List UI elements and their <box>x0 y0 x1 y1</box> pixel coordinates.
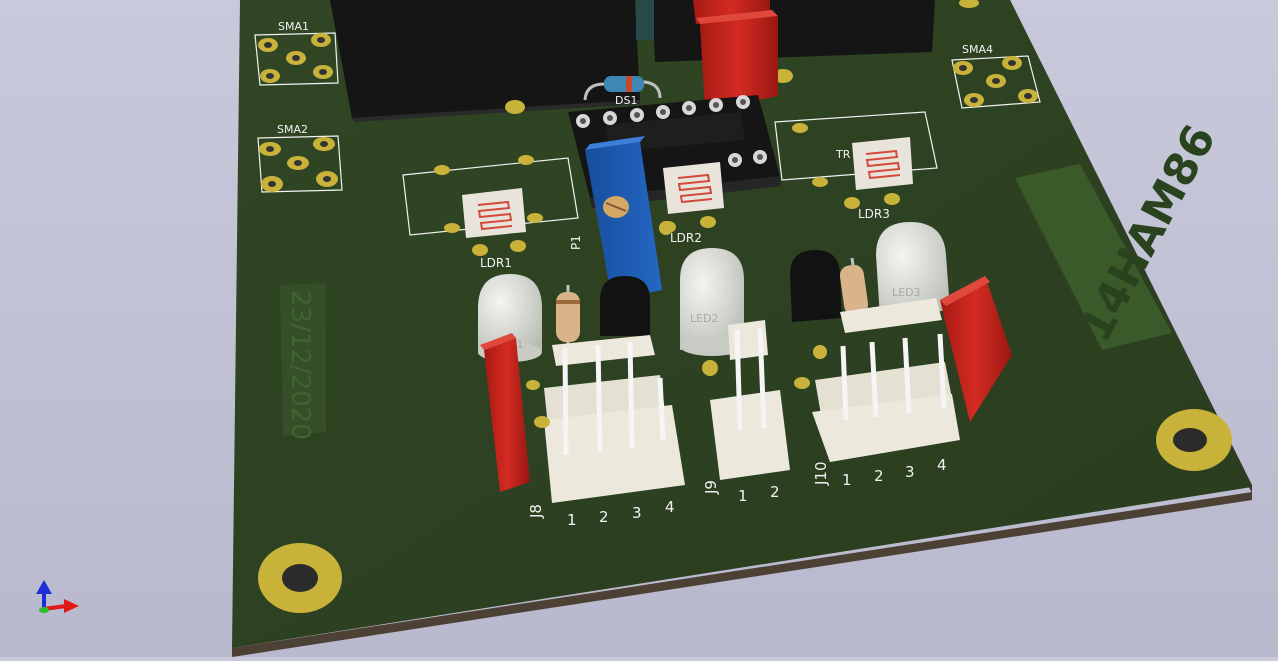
j10-pin-4: 4 <box>937 456 947 474</box>
j8-label: J8 <box>527 504 545 519</box>
mounting-hole-left <box>258 543 342 613</box>
j8-pin-3: 3 <box>632 504 642 522</box>
j10-label: J10 <box>812 461 830 486</box>
pad <box>527 213 543 223</box>
j9-pin-2: 2 <box>770 483 780 501</box>
j8-pin-4: 4 <box>665 498 675 516</box>
j10-pin-3: 3 <box>905 463 915 481</box>
j10-pin-2: 2 <box>874 467 884 485</box>
svg-text:23/12/2020: 23/12/2020 <box>285 290 315 440</box>
pad <box>434 165 450 175</box>
ldr2-label: LDR2 <box>670 231 702 245</box>
j9-label: J9 <box>702 480 720 495</box>
capacitor-top-red[interactable] <box>693 0 778 110</box>
relay-left[interactable] <box>330 0 641 122</box>
pad <box>792 123 808 133</box>
transistor-left[interactable] <box>600 276 650 336</box>
led3-label: LED3 <box>892 286 921 299</box>
pad <box>534 416 550 428</box>
mounting-hole-right <box>1156 409 1232 471</box>
ldr1-label: LDR1 <box>480 256 512 270</box>
led2-label: LED2 <box>690 312 719 325</box>
z-axis-arrow-icon <box>36 580 52 594</box>
pad <box>526 380 540 390</box>
p1-label: P1 <box>569 235 583 250</box>
j8-pin-2: 2 <box>599 508 609 526</box>
pad <box>518 155 534 165</box>
ldr3-label: LDR3 <box>858 207 890 221</box>
j9-pin-1: 1 <box>738 487 748 505</box>
ds1-label: DS1 <box>615 94 637 107</box>
sma4-label: SMA4 <box>962 43 993 56</box>
pad <box>444 223 460 233</box>
sma2-label: SMA2 <box>277 123 308 136</box>
date-silkscreen: 23/12/2020 <box>280 283 326 440</box>
pad <box>812 177 828 187</box>
pad <box>794 377 810 389</box>
pcb-3d-render[interactable]: SMA1 SMA2 SMA4 DS1 LDR1 LDR2 LDR3 TR P1 … <box>0 0 1278 657</box>
x-axis-arrow-icon <box>64 599 79 613</box>
tr-label: TR <box>835 148 851 161</box>
j8-pin-1: 1 <box>567 511 577 529</box>
j10-pin-1: 1 <box>842 471 852 489</box>
relay-right[interactable] <box>636 0 935 62</box>
relay-pad <box>505 100 525 114</box>
3d-viewer-canvas[interactable]: SMA1 SMA2 SMA4 DS1 LDR1 LDR2 LDR3 TR P1 … <box>0 0 1278 657</box>
axes-gizmo <box>36 580 79 613</box>
sma1-label: SMA1 <box>278 20 309 33</box>
